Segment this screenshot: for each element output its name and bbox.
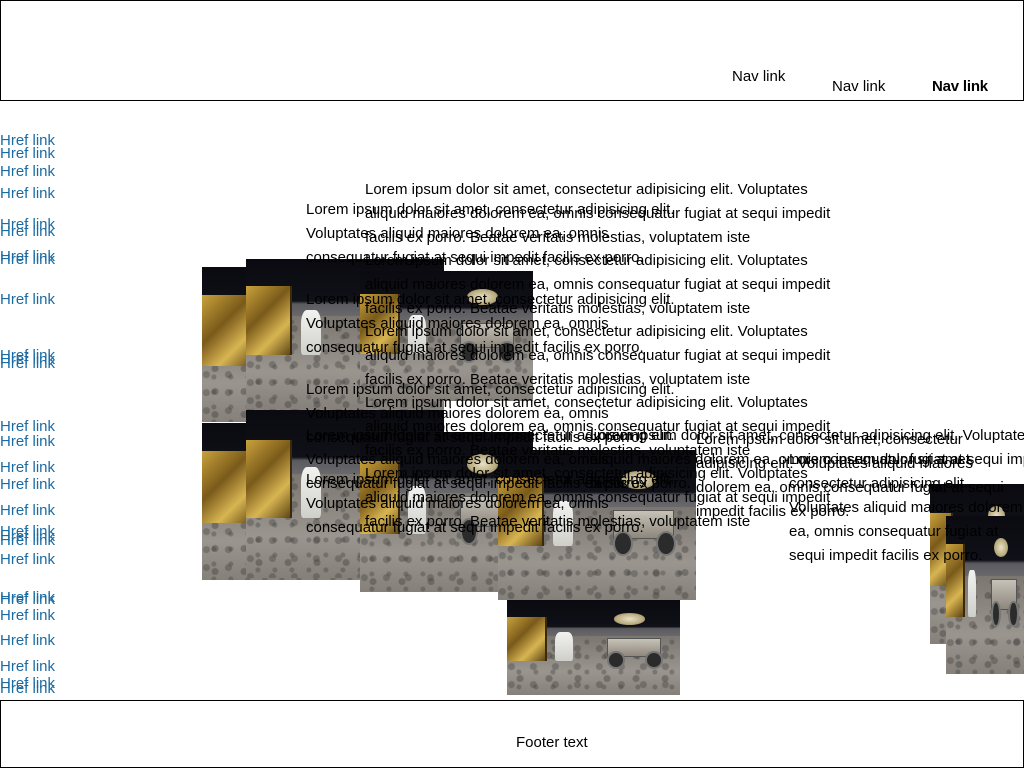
main-content: Lorem ipsum dolor sit amet, consectetur … — [0, 0, 1024, 768]
page: Nav link Nav link Nav link Href link Hre… — [0, 0, 1024, 768]
footer: Footer text — [0, 700, 1024, 768]
rover-photo — [507, 600, 680, 695]
footer-text: Footer text — [516, 734, 588, 751]
paragraph: Lorem ipsum dolor sit amet, consectetur … — [789, 451, 1023, 564]
